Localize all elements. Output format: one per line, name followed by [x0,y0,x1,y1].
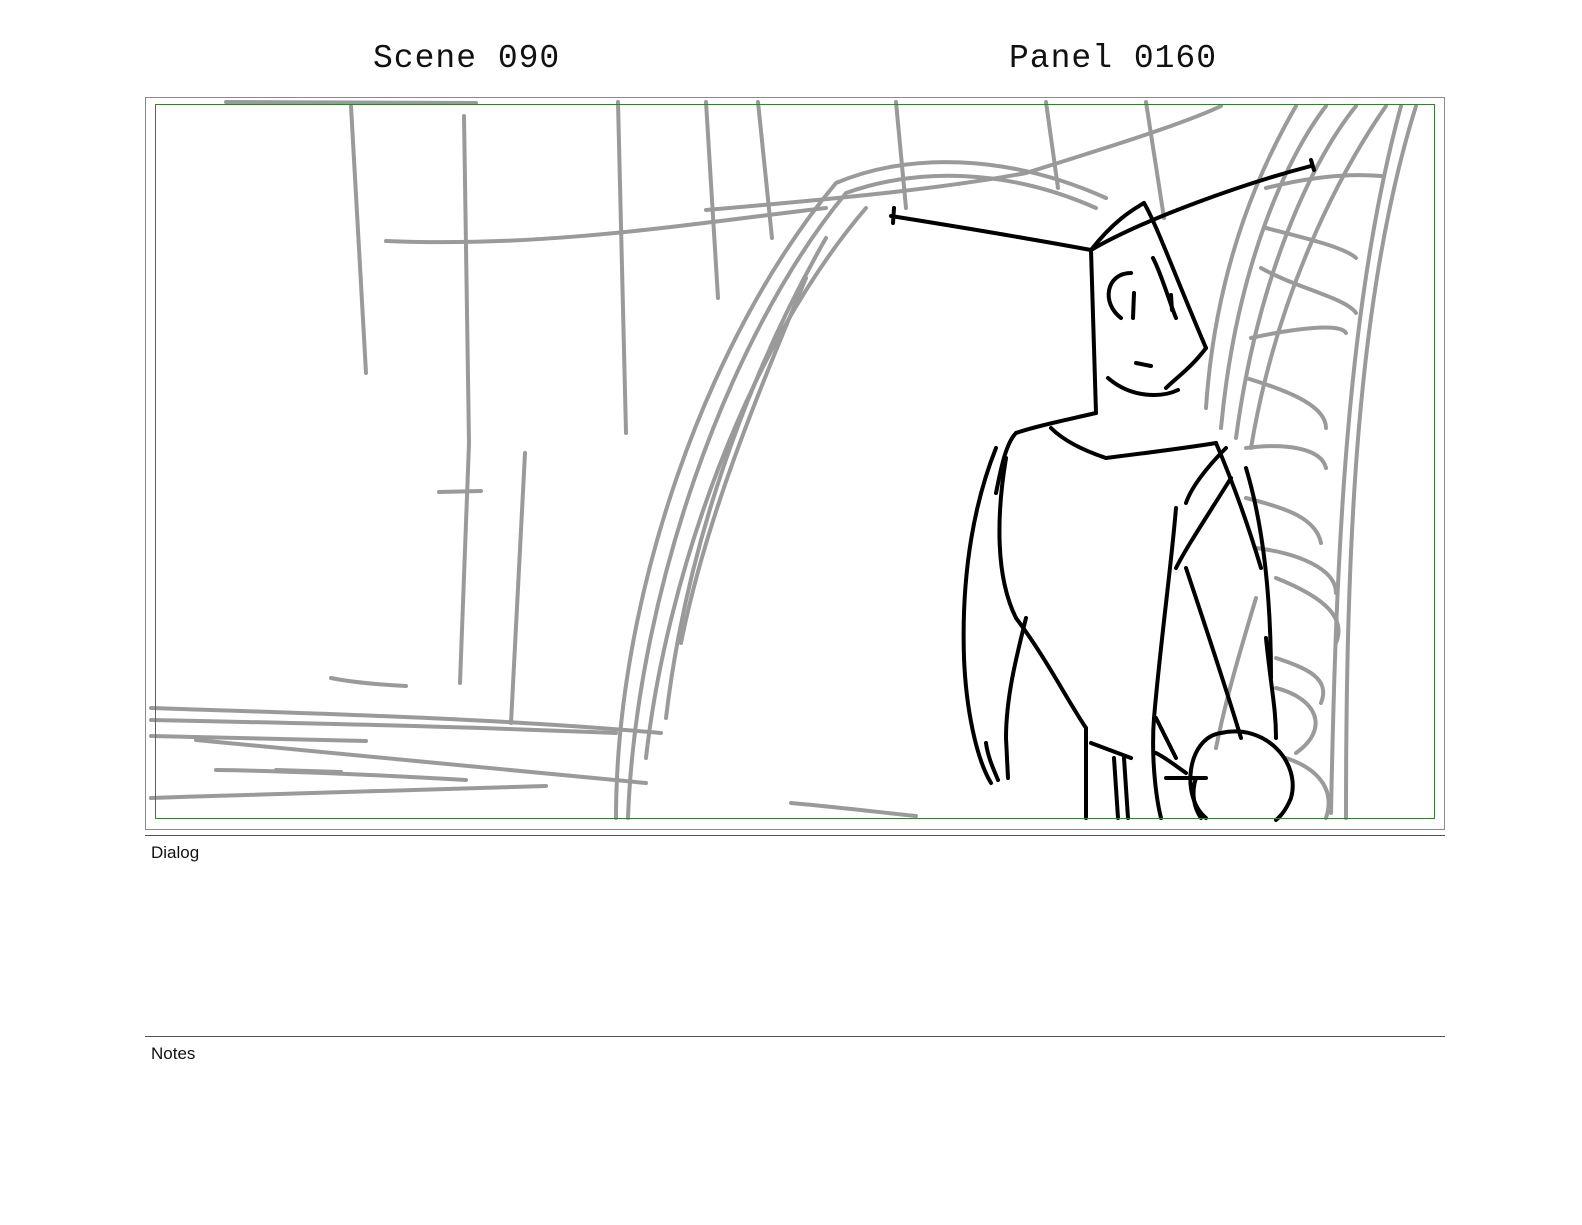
dialog-divider [145,835,1445,836]
background-layout-lines [149,100,1418,820]
notes-text [151,1069,1441,1209]
panel-number: Panel 0160 [1009,40,1218,77]
notes-divider [145,1036,1445,1037]
storyboard-panel [145,97,1445,830]
character-figure [889,158,1316,822]
dialog-text [151,868,1441,1028]
scene-number: Scene 090 [373,40,561,77]
dialog-label: Dialog [151,843,200,862]
storyboard-sketch [149,100,1418,822]
notes-label: Notes [151,1044,196,1063]
